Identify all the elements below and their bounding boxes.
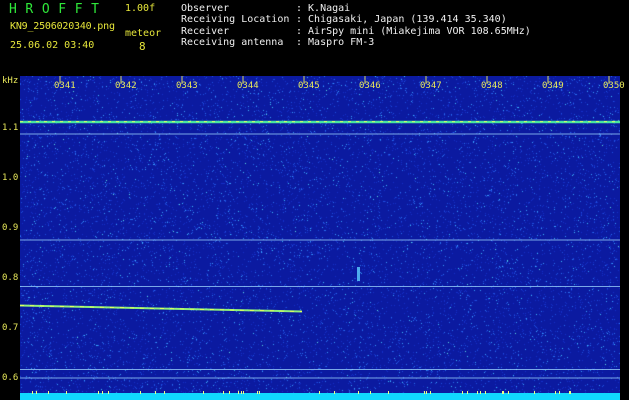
bottom-band-spike	[358, 391, 359, 394]
bottom-band-spike	[424, 391, 425, 394]
bottom-band-spike	[334, 391, 335, 394]
x-tick-label: 0348	[481, 81, 503, 91]
meteor-label: meteor	[125, 28, 162, 39]
x-tick-label: 0345	[298, 81, 320, 91]
x-tick-label: 0341	[54, 81, 76, 91]
bottom-band-spike	[508, 391, 509, 394]
antenna-value: : Maspro FM-3	[296, 37, 375, 48]
bottom-band-spike	[238, 391, 239, 394]
receiver-label: Receiver	[181, 26, 230, 37]
y-tick-label: 0.8	[2, 273, 19, 283]
x-tick-label: 0342	[115, 81, 137, 91]
y-tick-label: 0.9	[2, 223, 19, 233]
y-tick-label: 0.6	[2, 373, 19, 383]
x-tick-label: 0349	[542, 81, 564, 91]
y-tick-label: 0.7	[2, 323, 19, 333]
bottom-band-spike	[259, 391, 260, 394]
meteor-count: 8	[139, 40, 146, 53]
bottom-band-spike	[155, 391, 156, 394]
bottom-band-spike	[223, 391, 224, 394]
x-tick-label: 0343	[176, 81, 198, 91]
bottom-band-spike	[503, 391, 504, 394]
filename-label: KN9_2506020340.png	[10, 21, 115, 32]
bottom-band-spike	[36, 391, 37, 394]
bottom-band-spike	[462, 391, 463, 394]
bottom-band-spike	[164, 391, 165, 394]
spectrogram-plot	[20, 76, 620, 400]
timestamp-label: 25.06.02 03:40	[10, 40, 95, 51]
bottom-band-spike	[319, 391, 320, 394]
bottom-band-spike	[140, 391, 141, 394]
bottom-band-spike	[203, 391, 204, 394]
y-tick-label: 1.1	[2, 123, 19, 133]
observer-label: Observer	[181, 3, 230, 14]
bottom-band-spike	[467, 391, 468, 394]
bottom-band-spike	[48, 391, 49, 394]
bottom-band-spike	[388, 391, 389, 394]
echo-blip	[357, 267, 360, 281]
observer-value: : K.Nagai	[296, 3, 351, 14]
bottom-band-spike	[534, 391, 535, 394]
bottom-band-spike	[485, 391, 486, 394]
location-label: Receiving Location	[181, 14, 290, 25]
location-value: : Chigasaki, Japan (139.414 35.340)	[296, 14, 507, 25]
bottom-band-spike	[502, 391, 503, 394]
bottom-band-spike	[569, 391, 570, 394]
bottom-band-spike	[570, 391, 571, 394]
bottom-band-spike	[257, 391, 258, 394]
bottom-band-spike	[108, 391, 109, 394]
bottom-band	[20, 393, 620, 400]
y-tick-label: 1.0	[2, 173, 19, 183]
bottom-band-spike	[555, 391, 556, 394]
spectrogram-overlay	[20, 76, 620, 400]
bottom-band-spike	[229, 391, 230, 394]
version-label: 1.00f	[125, 3, 156, 14]
header-panel: HROFFT 1.00f KN9_2506020340.png meteor 2…	[0, 0, 629, 76]
bottom-band-spike	[241, 391, 242, 394]
receiver-value: : AirSpy mini (Miakejima VOR 108.65MHz)	[296, 26, 531, 37]
x-tick-label: 0344	[237, 81, 259, 91]
x-tick-label: 0346	[359, 81, 381, 91]
bottom-band-spike	[66, 391, 67, 394]
bottom-band-spike	[370, 391, 371, 394]
bottom-band-spike	[102, 391, 103, 394]
bottom-band-spike	[477, 391, 478, 394]
bottom-band-spike	[243, 391, 244, 394]
bottom-band-spike	[426, 391, 427, 394]
bottom-band-spike	[32, 391, 33, 394]
x-tick-label: 0347	[420, 81, 442, 91]
bottom-band-spike	[559, 391, 560, 394]
bottom-band-spike	[480, 391, 481, 394]
antenna-label: Receiving antenna	[181, 37, 284, 48]
x-tick-label: 0350	[603, 81, 625, 91]
app-logo: HROFFT	[9, 2, 108, 17]
y-axis-unit: kHz	[2, 76, 19, 86]
bottom-band-spike	[430, 391, 431, 394]
bottom-band-spike	[98, 391, 99, 394]
